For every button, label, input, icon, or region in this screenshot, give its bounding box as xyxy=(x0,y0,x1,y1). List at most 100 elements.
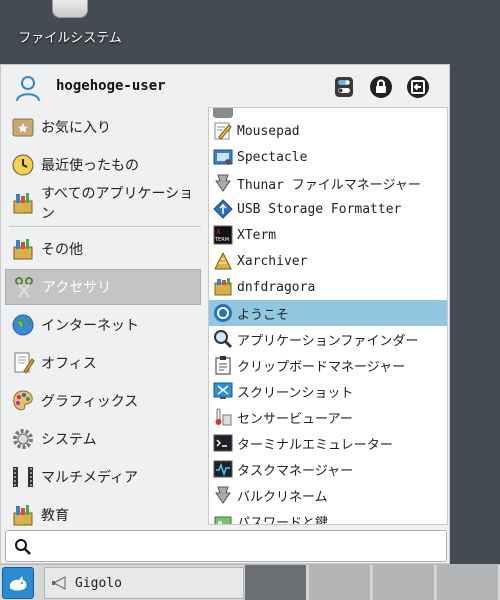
search-input[interactable] xyxy=(36,535,436,557)
app-finder-icon xyxy=(214,330,233,349)
office-icon xyxy=(14,352,35,374)
usb-formatter-icon xyxy=(213,199,233,219)
app-bulk-rename[interactable]: バルクリネーム xyxy=(209,482,447,508)
workspace-3[interactable] xyxy=(372,565,434,600)
category-label: すべてのアプリケーション xyxy=(41,186,194,222)
app-terminal-emulator[interactable]: ターミナルエミュレーター xyxy=(209,430,447,456)
taskbar-window-gigolo[interactable]: Gigolo xyxy=(44,567,244,599)
app-label: Thunar ファイルマネージャー xyxy=(237,177,421,193)
app-spectacle[interactable]: Spectacle xyxy=(209,144,447,170)
app-partial-icon xyxy=(213,108,233,118)
app-app-finder[interactable]: アプリケーションファインダー xyxy=(209,326,447,352)
app-label: スクリーンショット xyxy=(237,385,354,401)
app-usb-formatter[interactable]: USB Storage Formatter xyxy=(209,196,447,222)
graphics-icon xyxy=(13,390,33,411)
clipboard-icon xyxy=(215,356,231,375)
category-label: アクセサリ xyxy=(42,280,112,296)
dnfdragora-icon xyxy=(214,278,232,296)
category-separator xyxy=(9,226,201,227)
category-accessories[interactable]: アクセサリ xyxy=(5,269,201,305)
app-passwords-keys[interactable]: パスワードと鍵 xyxy=(209,508,447,525)
app-sensor-viewer[interactable]: センサービューアー xyxy=(209,404,447,430)
user-name: hogehoge-user xyxy=(56,78,166,94)
category-graphics[interactable]: グラフィックス xyxy=(5,383,201,419)
category-education[interactable]: 教育 xyxy=(5,497,201,529)
search-icon xyxy=(15,539,31,555)
logout-button[interactable] xyxy=(405,74,431,100)
category-internet[interactable]: インターネット xyxy=(5,307,201,343)
welcome-icon xyxy=(214,304,232,322)
app-xarchiver[interactable]: Xarchiver xyxy=(209,248,447,274)
app-label: バルクリネーム xyxy=(237,489,328,505)
drive-icon xyxy=(52,0,88,18)
desktop-icon-label: ファイルシステム xyxy=(18,31,122,46)
app-label: クリップボードマネージャー xyxy=(237,359,406,375)
app-screenshot[interactable]: スクリーンショット xyxy=(209,378,447,404)
app-label: ターミナルエミュレーター xyxy=(237,437,393,453)
app-label: ようこそ xyxy=(237,307,290,323)
app-label: Mousepad xyxy=(237,123,300,139)
category-favorites[interactable]: お気に入り xyxy=(5,109,201,145)
svg-text:X: X xyxy=(216,228,221,236)
app-dnfdragora[interactable]: dnfdragora xyxy=(209,274,447,300)
internet-icon xyxy=(12,314,34,336)
svg-text:TERM: TERM xyxy=(214,237,229,243)
app-welcome[interactable]: ようこそ xyxy=(209,300,447,326)
category-label: 最近使ったもの xyxy=(41,158,139,174)
whisker-menu-button[interactable] xyxy=(2,567,34,599)
education-icon xyxy=(13,505,33,526)
bulk-rename-icon xyxy=(215,486,231,504)
taskbar: Gigolo xyxy=(0,564,500,600)
passwords-icon xyxy=(214,516,232,524)
category-office[interactable]: オフィス xyxy=(5,345,201,381)
all-apps-icon xyxy=(13,193,33,214)
gigolo-icon xyxy=(52,576,66,590)
recent-icon xyxy=(12,154,34,176)
app-label: Xarchiver xyxy=(237,253,308,269)
menu-header: hogehoge-user xyxy=(1,65,449,109)
desktop-filesystem-icon[interactable]: ファイルシステム xyxy=(0,0,140,66)
category-recent[interactable]: 最近使ったもの xyxy=(5,147,201,183)
settings-toggle-icon xyxy=(335,77,353,97)
category-label: 教育 xyxy=(41,508,69,524)
category-label: オフィス xyxy=(41,356,97,372)
app-label: タスクマネージャー xyxy=(237,463,354,479)
user-avatar-icon xyxy=(16,76,40,102)
category-label: インターネット xyxy=(41,318,139,334)
application-list: Mousepad Spectacle Thunar ファイルマネージャー USB… xyxy=(208,107,448,525)
search-box[interactable] xyxy=(5,530,447,562)
accessories-icon xyxy=(15,277,33,298)
xarchiver-icon xyxy=(214,251,232,270)
category-label: マルチメディア xyxy=(41,470,139,486)
spectacle-icon xyxy=(213,149,233,165)
favorites-icon xyxy=(12,118,34,137)
system-icon xyxy=(13,429,33,449)
app-clipboard[interactable]: クリップボードマネージャー xyxy=(209,352,447,378)
app-mousepad[interactable]: Mousepad xyxy=(209,118,447,144)
category-system[interactable]: システム xyxy=(5,421,201,457)
category-label: その他 xyxy=(41,242,83,258)
category-label: グラフィックス xyxy=(41,394,139,410)
app-thunar[interactable]: Thunar ファイルマネージャー xyxy=(209,170,447,196)
workspace-2[interactable] xyxy=(308,565,370,600)
mousepad-icon xyxy=(214,122,232,140)
other-icon xyxy=(13,239,33,260)
category-multimedia[interactable]: マルチメディア xyxy=(5,459,201,495)
app-label: アプリケーションファインダー xyxy=(237,333,419,349)
application-menu: hogehoge-user お気に入り 最近使ったもの すべてのアプリケーション… xyxy=(0,64,450,564)
category-label: システム xyxy=(41,432,97,448)
lock-screen-button[interactable] xyxy=(368,74,394,100)
app-label: センサービューアー xyxy=(237,411,353,427)
app-label: パスワードと鍵 xyxy=(237,515,329,525)
app-task-manager[interactable]: タスクマネージャー xyxy=(209,456,447,482)
category-label: お気に入り xyxy=(41,120,111,136)
settings-button[interactable] xyxy=(331,74,357,100)
workspace-1[interactable] xyxy=(244,565,306,600)
app-label: USB Storage Formatter xyxy=(237,201,402,217)
lock-icon xyxy=(370,76,392,98)
category-all-apps[interactable]: すべてのアプリケーション xyxy=(5,185,201,222)
app-xterm[interactable]: X TERM XTerm xyxy=(209,222,447,248)
xfce-mouse-icon xyxy=(9,576,27,591)
workspace-4[interactable] xyxy=(436,565,498,600)
category-other[interactable]: その他 xyxy=(5,231,201,267)
